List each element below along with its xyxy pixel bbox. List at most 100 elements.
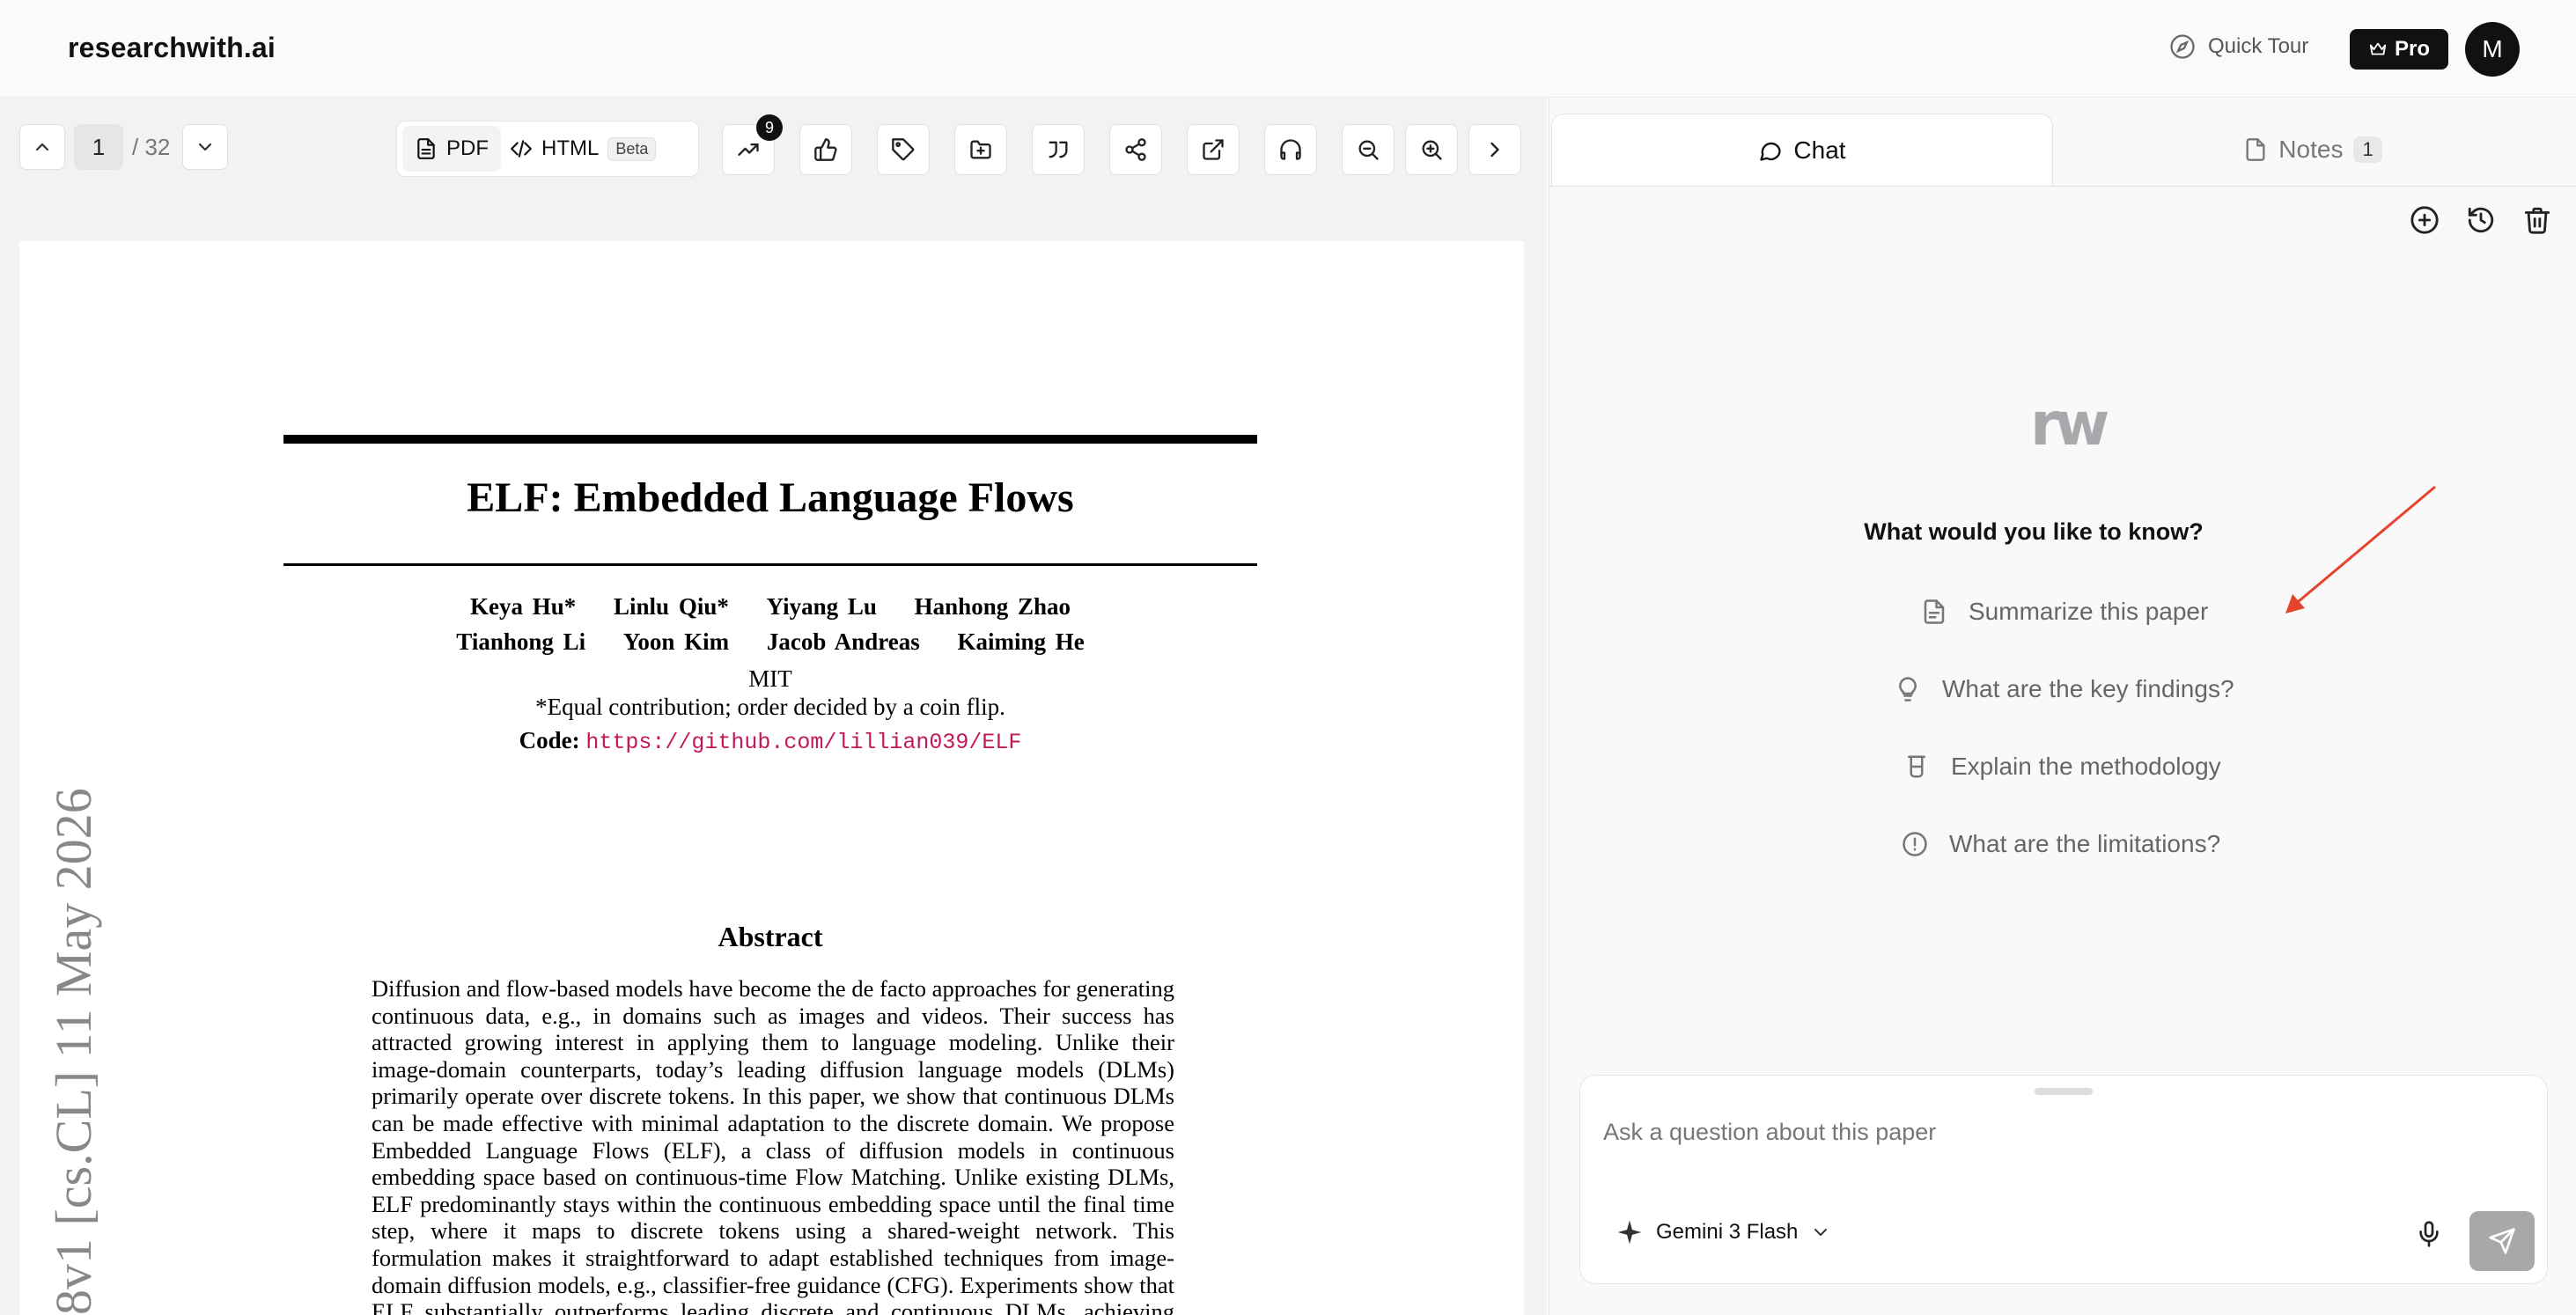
author: Kaiming He — [957, 628, 1085, 655]
folder-plus-icon — [970, 140, 991, 159]
sparkle-icon — [1617, 1220, 1642, 1245]
html-view-button[interactable]: HTML Beta — [501, 126, 665, 172]
annotation-arrow — [2285, 485, 2436, 613]
suggestion-key-findings[interactable]: What are the key findings? — [1895, 675, 2234, 703]
paper-title: ELF: Embedded Language Flows — [467, 474, 1074, 521]
chevron-down-icon — [199, 143, 212, 151]
document-icon — [1924, 599, 1945, 624]
code-line: Code: https://github.com/lillian039/ELF — [283, 727, 1257, 755]
page-navigation: 1 / 32 — [19, 124, 229, 170]
quick-tour-button[interactable]: Quick Tour — [2169, 33, 2308, 60]
zoom-in-button[interactable] — [1405, 124, 1458, 175]
pdf-page[interactable]: ELF: Embedded Language Flows Keya Hu* Li… — [19, 241, 1524, 1315]
tab-chat-label: Chat — [1793, 136, 1846, 164]
crown-icon — [2369, 42, 2387, 55]
author-line-2: Tianhong Li Yoon Kim Jacob Andreas Kaimi… — [283, 628, 1257, 656]
trending-icon — [738, 143, 759, 156]
share-icon — [1125, 138, 1146, 161]
suggestion-limitations[interactable]: What are the limitations? — [1902, 830, 2220, 858]
microphone-icon — [2419, 1221, 2439, 1247]
alert-circle-icon — [1903, 832, 1927, 856]
document-icon — [417, 138, 435, 159]
zoom-in-icon — [1422, 140, 1442, 160]
pdf-label: PDF — [446, 136, 489, 160]
equal-contribution-note: *Equal contribution; order decided by a … — [535, 694, 1005, 720]
send-icon — [2489, 1228, 2515, 1254]
suggestion-label: What are the limitations? — [1949, 830, 2221, 857]
author: Tianhong Li — [456, 628, 586, 655]
tab-notes[interactable]: Notes 1 — [2053, 114, 2572, 186]
chevron-up-icon — [35, 143, 49, 151]
pro-label: Pro — [2394, 37, 2430, 61]
chevron-down-icon — [1814, 1229, 1828, 1236]
author: Hanhong Zhao — [914, 593, 1071, 620]
suggestion-summarize[interactable]: Summarize this paper — [1921, 598, 2208, 626]
external-link-icon — [1203, 139, 1224, 160]
page-total: / 32 — [132, 133, 171, 160]
share-button[interactable] — [1109, 124, 1162, 175]
author: Jacob Andreas — [766, 628, 920, 655]
page-number-input[interactable]: 1 — [74, 124, 123, 170]
pro-button[interactable]: Pro — [2350, 29, 2448, 70]
abstract-text: Diffusion and flow-based models have bec… — [372, 975, 1174, 1315]
abstract-heading: Abstract — [718, 921, 823, 952]
brand-logo[interactable]: researchwith.ai — [68, 32, 276, 64]
pdf-viewer: 1 / 32 PDF HTML Beta 9 ELF: Embedded Lan… — [0, 98, 1546, 1315]
author: Linlu Qiu* — [614, 593, 729, 620]
author: Yiyang Lu — [766, 593, 877, 620]
question-input[interactable] — [1601, 1118, 2529, 1147]
next-page-button[interactable] — [182, 124, 229, 170]
trending-button[interactable]: 9 — [722, 114, 783, 175]
suggestion-methodology[interactable]: Explain the methodology — [1903, 753, 2221, 781]
suggestion-label: Summarize this paper — [1969, 598, 2209, 625]
code-link[interactable]: https://github.com/lillian039/ELF — [585, 730, 1021, 755]
open-external-button[interactable] — [1187, 124, 1240, 175]
notes-count-badge: 1 — [2353, 136, 2382, 163]
cite-button[interactable] — [1032, 124, 1085, 175]
author: Keya Hu* — [470, 593, 577, 620]
like-button[interactable] — [799, 124, 852, 175]
code-label: Code: — [519, 727, 580, 753]
chat-bubble-icon — [1760, 142, 1782, 161]
panel-tabs: Chat Notes 1 — [1549, 114, 2576, 187]
zoom-out-button[interactable] — [1342, 124, 1395, 175]
prev-page-button[interactable] — [19, 124, 65, 170]
pdf-view-button[interactable]: PDF — [402, 126, 501, 172]
next-button[interactable] — [1468, 124, 1521, 175]
avatar[interactable]: M — [2465, 22, 2520, 77]
listen-button[interactable] — [1264, 124, 1317, 175]
rw-logo: rw — [2030, 390, 2109, 459]
tag-button[interactable] — [877, 124, 930, 175]
resize-handle[interactable] — [2035, 1088, 2093, 1095]
tab-notes-label: Notes — [2278, 136, 2344, 163]
model-selector[interactable]: Gemini 3 Flash — [1616, 1218, 1831, 1246]
code-icon — [511, 140, 532, 158]
note-icon — [2246, 138, 2265, 161]
chevron-right-icon — [1490, 142, 1499, 158]
thumbs-up-icon — [814, 138, 837, 161]
quick-tour-label: Quick Tour — [2208, 34, 2309, 58]
model-name: Gemini 3 Flash — [1656, 1220, 1799, 1244]
view-mode-toggle: PDF HTML Beta — [396, 121, 699, 177]
microphone-button[interactable] — [2415, 1220, 2443, 1253]
new-chat-icon[interactable] — [2410, 205, 2440, 235]
title-rule-top — [283, 435, 1257, 444]
trash-icon[interactable] — [2522, 205, 2552, 235]
html-label: HTML — [541, 136, 600, 160]
history-icon[interactable] — [2466, 205, 2496, 235]
quote-icon — [1049, 141, 1068, 158]
tab-chat[interactable]: Chat — [1551, 114, 2053, 186]
compass-icon — [2170, 34, 2195, 59]
arxiv-stamp: 8v1 [cs.CL] 11 May 2026 — [45, 788, 102, 1315]
title-rule-bottom — [283, 563, 1257, 566]
suggestion-label: What are the key findings? — [1942, 675, 2234, 702]
tag-icon — [892, 138, 915, 161]
affiliation: MIT — [748, 665, 792, 692]
top-bar: researchwith.ai Quick Tour Pro M — [0, 0, 2576, 98]
send-button[interactable] — [2469, 1211, 2535, 1271]
author: Yoon Kim — [622, 628, 730, 655]
add-to-folder-button[interactable] — [954, 124, 1007, 175]
chat-panel: Chat Notes 1 rw What would you like to k… — [1549, 98, 2576, 1315]
chat-actions — [2410, 205, 2552, 235]
zoom-out-icon — [1358, 140, 1379, 160]
